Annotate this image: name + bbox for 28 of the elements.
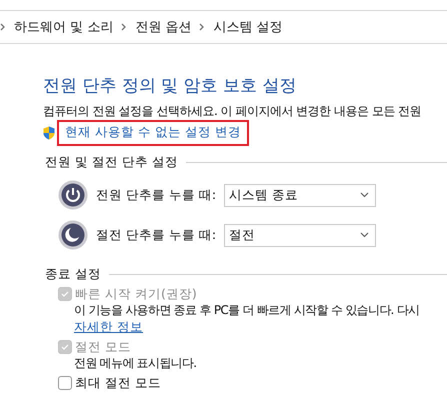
breadcrumb-item[interactable]: 전원 옵션 (135, 18, 192, 36)
chevron-down-icon (360, 192, 369, 198)
option-label: 최대 절전 모드 (75, 375, 161, 391)
button-label: 절전 단추를 누를 때: (96, 226, 218, 244)
breadcrumb-item[interactable]: 시스템 설정 (213, 18, 283, 36)
option-description: 이 기능을 사용하면 종료 후 PC를 더 빠르게 시작할 수 있습니다. 다시 (74, 302, 420, 318)
breadcrumb-item[interactable]: 하드웨어 및 소리 (14, 18, 114, 36)
checkmark-icon (61, 344, 69, 350)
chevron-icon (199, 23, 206, 31)
checkbox[interactable] (58, 376, 72, 390)
option-label: 절전 모드 (75, 339, 131, 355)
shield-icon (43, 126, 55, 140)
checkmark-icon (61, 291, 69, 297)
action-dropdown[interactable]: 시스템 종료 (224, 184, 376, 206)
button-label: 전원 단추를 누를 때: (96, 186, 218, 204)
chevron-icon (121, 23, 128, 31)
moon-button-icon (58, 220, 88, 250)
description-text: 컴퓨터의 전원 설정을 선택하세요. 이 페이지에서 변경한 내용은 모든 전원 (43, 103, 422, 120)
power-button-icon (58, 180, 88, 210)
change-settings-link[interactable]: 현재 사용할 수 없는 설정 변경 (57, 120, 249, 146)
section-heading: 종료 설정 (45, 266, 101, 282)
chevron-icon (0, 23, 6, 31)
chevron-down-icon (360, 232, 369, 238)
option-label: 빠른 시작 켜기(권장) (75, 286, 197, 302)
action-dropdown[interactable]: 절전 (224, 224, 376, 246)
section-heading: 전원 및 절전 단추 설정 (45, 154, 178, 170)
option-description: 전원 메뉴에 표시됩니다. (74, 355, 198, 371)
page-title: 전원 단추 정의 및 암호 보호 설정 (43, 75, 298, 97)
